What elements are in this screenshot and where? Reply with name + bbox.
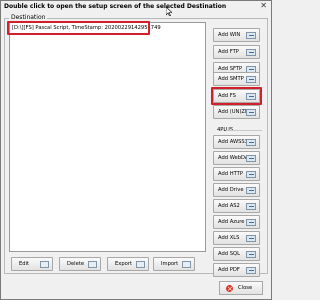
delete-icon	[88, 261, 97, 268]
add-http-button[interactable]: Add HTTP	[213, 167, 260, 181]
arrow-icon	[246, 49, 256, 56]
edit-icon	[40, 261, 49, 268]
add-ftp-button[interactable]: Add FTP	[213, 45, 260, 59]
add-drive-button[interactable]: Add Drive	[213, 183, 260, 197]
destination-list[interactable]: [D:\][FS] Pascal Script, TimeStamp: 2020…	[9, 22, 206, 252]
window-title: Double click to open the setup screen of…	[4, 3, 227, 10]
add-azure-button[interactable]: Add Azure	[213, 215, 260, 229]
export-icon	[136, 261, 145, 268]
arrow-icon	[246, 187, 256, 194]
title-bar: Double click to open the setup screen of…	[1, 1, 271, 12]
destination-dialog: Double click to open the setup screen of…	[0, 0, 272, 300]
edit-button[interactable]: Edit	[11, 257, 53, 271]
arrow-icon	[246, 76, 256, 83]
add-sql-button[interactable]: Add SQL	[213, 247, 260, 261]
arrow-icon	[246, 139, 256, 146]
add-smtp-button[interactable]: Add SMTP	[213, 72, 260, 86]
delete-button[interactable]: Delete	[59, 257, 101, 271]
arrow-icon	[246, 109, 256, 116]
close-icon	[226, 283, 233, 295]
destination-label: Destination	[9, 14, 48, 21]
add-fs-highlight-box	[211, 87, 262, 105]
add-awss3-button[interactable]: Add AWSS3	[213, 135, 260, 149]
import-icon	[182, 261, 191, 268]
arrow-icon	[246, 155, 256, 162]
arrow-icon	[246, 32, 256, 39]
import-button[interactable]: Import	[153, 257, 195, 271]
arrow-icon	[246, 219, 256, 226]
mouse-cursor-icon	[166, 7, 172, 16]
arrow-icon	[246, 171, 256, 178]
plus-section-divider	[226, 130, 262, 131]
add-win-button[interactable]: Add WIN	[213, 28, 260, 42]
add-xls-button[interactable]: Add XLS	[213, 231, 260, 245]
arrow-icon	[246, 235, 256, 242]
arrow-icon	[246, 203, 256, 210]
close-button[interactable]: Close	[219, 281, 263, 295]
add-as2-button[interactable]: Add AS2	[213, 199, 260, 213]
arrow-icon	[246, 251, 256, 258]
item-highlight-box	[7, 21, 150, 35]
arrow-icon	[246, 267, 256, 274]
add-webdav-button[interactable]: Add WebDAV	[213, 151, 260, 165]
add-unzip-button[interactable]: Add (UN)ZIP	[213, 105, 260, 119]
export-button[interactable]: Export	[107, 257, 149, 271]
add-pdf-button[interactable]: Add PDF	[213, 263, 260, 277]
window-close-icon[interactable]: ✕	[260, 2, 267, 10]
